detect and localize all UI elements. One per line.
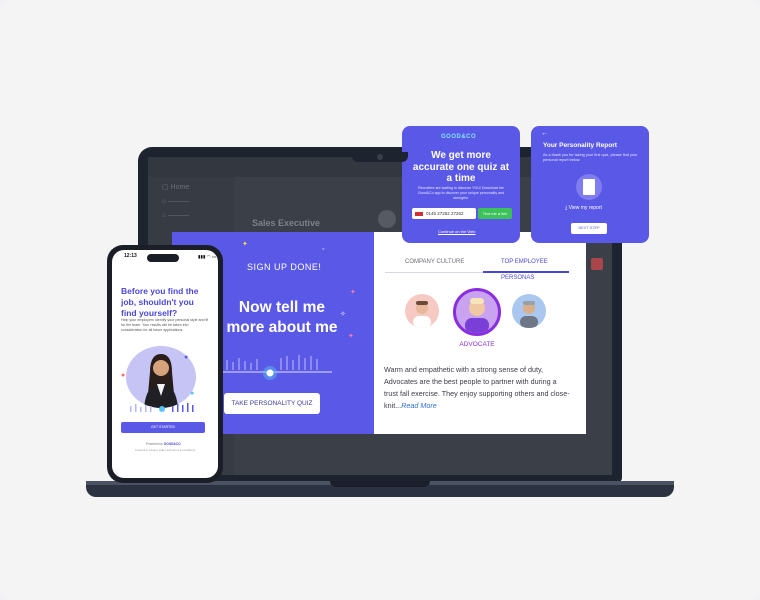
quiz-card-subtext: Recruiters are waiting to discover YOU! … bbox=[417, 186, 505, 200]
background-sidebar-text: ▢ Home bbox=[162, 184, 190, 191]
powered-by: Powered by GOOD&CO bbox=[146, 442, 181, 446]
view-report-label: View my report bbox=[568, 205, 602, 211]
hero-headline: Now tell me more about me bbox=[226, 299, 338, 336]
persona-description: Warm and empathetic with a strong sense … bbox=[384, 364, 572, 412]
quiz-card-headline: We get more accurate one quiz at a time bbox=[412, 150, 510, 184]
person-icon bbox=[520, 301, 538, 328]
phone-headline: Before you find the job, shouldn't you f… bbox=[121, 286, 199, 318]
continue-on-web-link[interactable]: Continue on the Web bbox=[438, 229, 476, 234]
selected-persona-label: ADVOCATE bbox=[459, 341, 495, 348]
progress-wave bbox=[220, 355, 332, 380]
dot-icon: ● bbox=[190, 390, 195, 397]
heart-icon: ● bbox=[121, 372, 126, 379]
signup-done-label: SIGN UP DONE! bbox=[247, 262, 322, 272]
report-card-subtext: As a thank you for taking your first qui… bbox=[543, 153, 638, 163]
main-app-panel: ✦ ◦ ✦ ✦ ✧ ✦ ✦ SIGN UP DONE! Now tell me … bbox=[172, 232, 586, 434]
report-card-title: Your Personality Report bbox=[543, 142, 617, 149]
persona-avatar[interactable] bbox=[512, 294, 546, 328]
phone-body-text: Help your employers identify your person… bbox=[121, 318, 209, 333]
phone-time: 12:13 bbox=[124, 253, 137, 259]
background-job-title: Sales Executive bbox=[252, 218, 321, 228]
quiz-promo-card: GOOD&CO We get more accurate one quiz at… bbox=[402, 126, 520, 243]
background-avatar bbox=[378, 210, 396, 228]
powered-by-brand: GOOD&CO bbox=[163, 442, 181, 446]
persona-tabs: COMPANY CULTURE TOP EMPLOYEE PERSONAS bbox=[385, 254, 569, 281]
read-more-link[interactable]: Read More bbox=[401, 401, 437, 410]
get-started-button[interactable]: GET STARTED bbox=[121, 422, 205, 433]
personality-report-card: ← Your Personality Report As a thank you… bbox=[531, 126, 649, 243]
sparkle-icon: ✦ bbox=[348, 333, 354, 340]
pin-icon: ● bbox=[184, 354, 189, 361]
back-arrow-icon[interactable]: ← bbox=[541, 130, 548, 137]
sparkle-icon: ◦ bbox=[322, 246, 325, 253]
background-sidebar-text: ⌂ ——— bbox=[162, 198, 190, 205]
next-step-button[interactable]: NEXT STEP bbox=[571, 223, 607, 234]
powered-by-prefix: Powered by bbox=[146, 442, 163, 446]
phone-legal-text[interactable]: Consent to privacy policy and terms & co… bbox=[124, 448, 206, 452]
background-red-badge bbox=[591, 258, 603, 270]
laptop-camera bbox=[377, 154, 383, 160]
laptop-hinge-groove bbox=[330, 481, 430, 487]
brand-logo: GOOD&CO bbox=[441, 134, 477, 140]
tab-company-culture[interactable]: COMPANY CULTURE bbox=[405, 254, 464, 274]
phone-progress-wave bbox=[130, 403, 194, 412]
phone-status-icons: ▮▮▮ ◠ ▭ bbox=[198, 254, 217, 259]
sparkle-icon: ✦ bbox=[242, 241, 248, 248]
persona-avatar-selected[interactable] bbox=[453, 288, 501, 336]
tab-active-indicator bbox=[483, 271, 569, 273]
person-icon bbox=[413, 301, 431, 328]
phone-dynamic-island bbox=[147, 254, 179, 262]
text-me-link-button[interactable]: Text me a link bbox=[478, 208, 512, 219]
sparkle-icon: ✦ bbox=[350, 289, 356, 296]
download-icon: ⤓ bbox=[565, 205, 568, 211]
flag-icon bbox=[415, 212, 423, 216]
persona-avatar[interactable] bbox=[405, 294, 439, 328]
take-personality-quiz-button[interactable]: TAKE PERSONALITY QUIZ bbox=[224, 393, 320, 414]
background-sidebar-text: ⌂ ——— bbox=[162, 212, 190, 219]
view-report-link[interactable]: ⤓ View my report bbox=[565, 205, 602, 211]
document-icon bbox=[583, 179, 595, 195]
person-icon bbox=[465, 298, 489, 333]
